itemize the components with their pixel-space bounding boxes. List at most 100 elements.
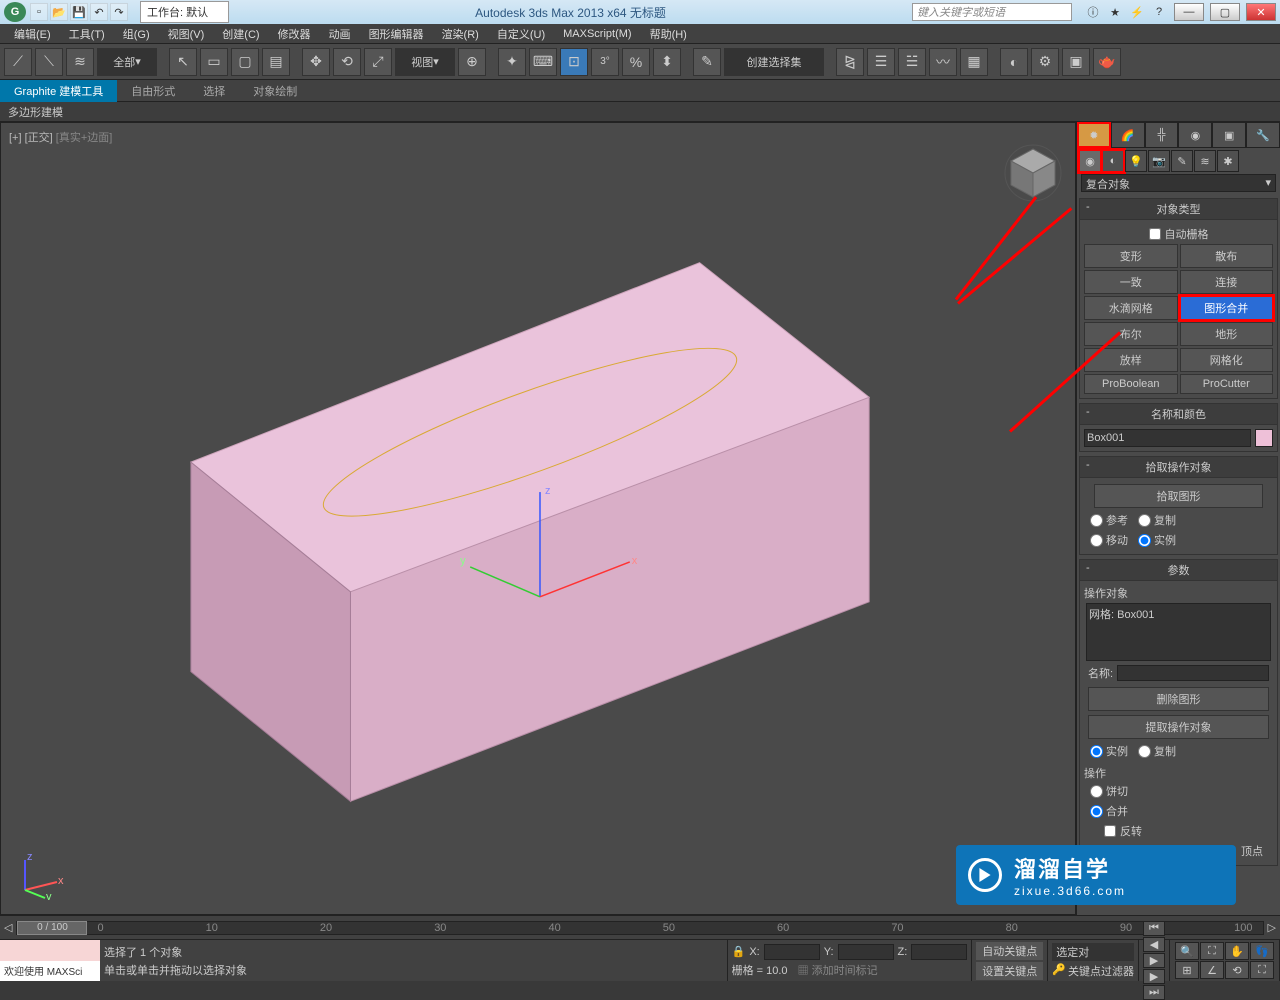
menu-tools[interactable]: 工具(T) bbox=[61, 24, 113, 44]
ribbon-freeform[interactable]: 自由形式 bbox=[117, 80, 189, 102]
zoom-all-icon[interactable]: ⊞ bbox=[1175, 961, 1199, 979]
menu-view[interactable]: 视图(V) bbox=[160, 24, 213, 44]
key-icon[interactable]: 🔑 bbox=[1052, 963, 1066, 979]
menu-create[interactable]: 创建(C) bbox=[214, 24, 267, 44]
btn-scatter[interactable]: 散布 bbox=[1180, 244, 1274, 268]
y-input[interactable] bbox=[838, 944, 894, 960]
menu-render[interactable]: 渲染(R) bbox=[434, 24, 487, 44]
qat-save-icon[interactable]: 💾 bbox=[70, 3, 88, 21]
menu-animation[interactable]: 动画 bbox=[321, 24, 359, 44]
select-icon[interactable]: ↖ bbox=[169, 48, 197, 76]
filter-selector[interactable]: 全部 ▾ bbox=[97, 48, 157, 76]
move-icon[interactable]: ✥ bbox=[302, 48, 330, 76]
render-frame-icon[interactable]: ▣ bbox=[1062, 48, 1090, 76]
menu-custom[interactable]: 自定义(U) bbox=[489, 24, 553, 44]
info-icon[interactable]: ⓘ bbox=[1084, 3, 1102, 21]
rollout-header[interactable]: -对象类型 bbox=[1080, 199, 1277, 220]
scale-icon[interactable]: ⤢ bbox=[364, 48, 392, 76]
viewport[interactable]: [+] [正交] [真实+边面] z x y bbox=[0, 122, 1076, 915]
menu-group[interactable]: 组(G) bbox=[115, 24, 158, 44]
percent-snap-icon[interactable]: % bbox=[622, 48, 650, 76]
pan-icon[interactable]: ✋ bbox=[1225, 942, 1249, 960]
hierarchy-tab-icon[interactable]: ╬ bbox=[1145, 122, 1179, 148]
rollout-header[interactable]: -拾取操作对象 bbox=[1080, 457, 1277, 478]
btn-connect[interactable]: 连接 bbox=[1180, 270, 1274, 294]
btn-proboolean[interactable]: ProBoolean bbox=[1084, 374, 1178, 394]
qat-undo-icon[interactable]: ↶ bbox=[90, 3, 108, 21]
btn-procutter[interactable]: ProCutter bbox=[1180, 374, 1274, 394]
btn-morph[interactable]: 变形 bbox=[1084, 244, 1178, 268]
category-dropdown[interactable]: 复合对象▾ bbox=[1081, 174, 1276, 192]
help-icon[interactable]: ? bbox=[1150, 3, 1168, 21]
list-item[interactable]: 网格: Box001 bbox=[1089, 606, 1268, 622]
qat-new-icon[interactable]: ▫ bbox=[30, 3, 48, 21]
radio-merge[interactable]: 合并 bbox=[1090, 803, 1128, 819]
btn-boolean[interactable]: 布尔 bbox=[1084, 322, 1178, 346]
material-editor-icon[interactable]: ◐ bbox=[1000, 48, 1028, 76]
invert-checkbox[interactable] bbox=[1104, 825, 1116, 837]
minimize-button[interactable]: — bbox=[1174, 3, 1204, 21]
refcoord-selector[interactable]: 视图 ▾ bbox=[395, 48, 455, 76]
ribbon-select[interactable]: 选择 bbox=[189, 80, 239, 102]
x-input[interactable] bbox=[764, 944, 820, 960]
zoom-extents-icon[interactable]: ⛶ bbox=[1200, 942, 1224, 960]
prev-frame-icon[interactable]: ◀ bbox=[1143, 937, 1165, 952]
link-icon[interactable]: ⚡ bbox=[1128, 3, 1146, 21]
ribbon-row[interactable]: 多边形建模 bbox=[0, 102, 1280, 122]
snap-icon[interactable]: ⊡ bbox=[560, 48, 588, 76]
qat-open-icon[interactable]: 📂 bbox=[50, 3, 68, 21]
play-icon[interactable]: ▶ bbox=[1143, 953, 1165, 968]
script-listener[interactable]: 欢迎使用 MAXSci bbox=[0, 940, 100, 981]
app-logo[interactable]: G bbox=[4, 2, 26, 22]
fov-icon[interactable]: ∠ bbox=[1200, 961, 1224, 979]
color-swatch[interactable] bbox=[1255, 429, 1273, 447]
keymode-selector[interactable]: 选定对 bbox=[1052, 943, 1134, 961]
schematic-icon[interactable]: ▦ bbox=[960, 48, 988, 76]
radio-ext-copy[interactable]: 复制 bbox=[1138, 743, 1176, 759]
radio-move[interactable]: 移动 bbox=[1090, 532, 1128, 548]
align-icon[interactable]: ☰ bbox=[867, 48, 895, 76]
ribbon-paint[interactable]: 对象绘制 bbox=[239, 80, 311, 102]
workspace-selector[interactable]: 工作台: 默认 bbox=[140, 1, 229, 23]
unlink-icon[interactable]: ⟍ bbox=[35, 48, 63, 76]
menu-maxscript[interactable]: MAXScript(M) bbox=[555, 26, 639, 42]
angle-snap-icon[interactable]: 3° bbox=[591, 48, 619, 76]
keymode-icon[interactable]: ⌨ bbox=[529, 48, 557, 76]
create-tab-icon[interactable]: ✹ bbox=[1077, 122, 1111, 148]
time-slider[interactable]: 0 / 100 0102030405060708090100 bbox=[16, 921, 1263, 935]
maximize-button[interactable]: ▢ bbox=[1210, 3, 1240, 21]
viewcube[interactable] bbox=[1003, 143, 1063, 203]
object-name-input[interactable] bbox=[1084, 429, 1251, 447]
layers-icon[interactable]: ☱ bbox=[898, 48, 926, 76]
spinner-snap-icon[interactable]: ⬍ bbox=[653, 48, 681, 76]
zoom-icon[interactable]: 🔍 bbox=[1175, 942, 1199, 960]
pivot-icon[interactable]: ⊕ bbox=[458, 48, 486, 76]
pick-shape-button[interactable]: 拾取图形 bbox=[1094, 484, 1263, 508]
autogrid-checkbox[interactable] bbox=[1149, 228, 1161, 240]
helpers-tab-icon[interactable]: ✎ bbox=[1171, 150, 1193, 172]
shapes-tab-icon[interactable]: ◐ bbox=[1102, 150, 1124, 172]
maximize-viewport-icon[interactable]: ⛶ bbox=[1250, 961, 1274, 979]
selset-icon[interactable]: ✎ bbox=[693, 48, 721, 76]
rotate-icon[interactable]: ⟲ bbox=[333, 48, 361, 76]
operand-name-input[interactable] bbox=[1117, 665, 1269, 681]
select-region-icon[interactable]: ▢ bbox=[231, 48, 259, 76]
link-icon[interactable]: ⟋ bbox=[4, 48, 32, 76]
spacewarps-tab-icon[interactable]: ≋ bbox=[1194, 150, 1216, 172]
render-setup-icon[interactable]: ⚙ bbox=[1031, 48, 1059, 76]
ribbon-graphite[interactable]: Graphite 建模工具 bbox=[0, 80, 117, 102]
motion-tab-icon[interactable]: ◉ bbox=[1178, 122, 1212, 148]
curve-editor-icon[interactable]: 〰 bbox=[929, 48, 957, 76]
utilities-tab-icon[interactable]: 🔧 bbox=[1246, 122, 1280, 148]
time-slider-handle[interactable]: 0 / 100 bbox=[17, 921, 87, 935]
radio-cookie[interactable]: 饼切 bbox=[1090, 783, 1128, 799]
close-button[interactable]: ✕ bbox=[1246, 3, 1276, 21]
window-crossing-icon[interactable]: ▤ bbox=[262, 48, 290, 76]
orbit-icon[interactable]: ⟲ bbox=[1225, 961, 1249, 979]
modify-tab-icon[interactable]: 🌈 bbox=[1111, 122, 1145, 148]
setkey-button[interactable]: 设置关键点 bbox=[976, 962, 1043, 980]
menu-grapheditor[interactable]: 图形编辑器 bbox=[361, 24, 432, 44]
cameras-tab-icon[interactable]: 📷 bbox=[1148, 150, 1170, 172]
goto-start-icon[interactable]: ⏮ bbox=[1143, 921, 1165, 936]
select-name-icon[interactable]: ▭ bbox=[200, 48, 228, 76]
